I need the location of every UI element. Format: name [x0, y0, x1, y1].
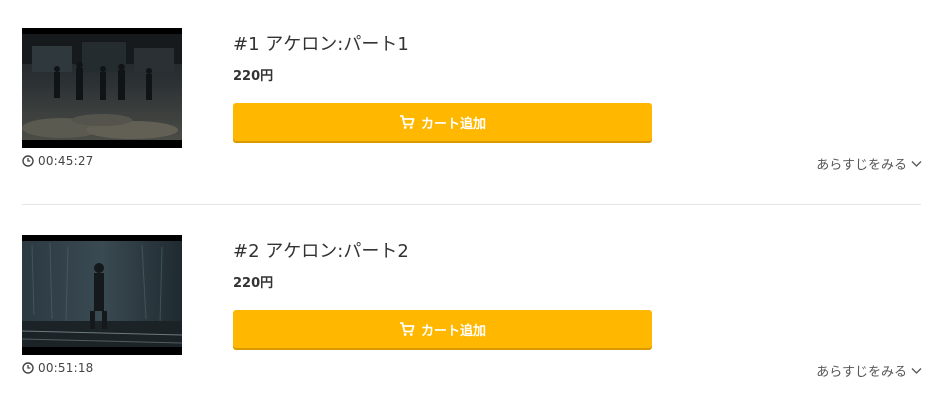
chevron-down-icon	[911, 367, 922, 374]
clock-icon	[22, 155, 34, 167]
synopsis-toggle[interactable]: あらすじをみる	[816, 154, 922, 173]
episode-thumbnail[interactable]	[22, 235, 182, 355]
duration: 00:51:18	[22, 361, 94, 375]
episode-price: 220円	[233, 69, 274, 84]
episode-thumbnail[interactable]	[22, 28, 182, 148]
episode-price: 220円	[233, 276, 274, 291]
episode-item: 00:45:27 #1 アケロン:パート1 220円 カート追加 あらすじをみる	[0, 0, 949, 190]
add-to-cart-label: カート追加	[420, 323, 486, 339]
synopsis-toggle[interactable]: あらすじをみる	[816, 361, 922, 380]
add-to-cart-button[interactable]: カート追加	[233, 103, 652, 141]
duration: 00:45:27	[22, 154, 94, 168]
synopsis-label: あらすじをみる	[816, 365, 907, 380]
cart-icon	[399, 322, 415, 336]
chevron-down-icon	[911, 160, 922, 167]
episode-title: #2 アケロン:パート2	[233, 241, 409, 262]
duration-text: 00:45:27	[38, 154, 94, 168]
divider	[22, 204, 921, 205]
add-to-cart-button[interactable]: カート追加	[233, 310, 652, 348]
duration-text: 00:51:18	[38, 361, 94, 375]
synopsis-label: あらすじをみる	[816, 158, 907, 173]
episode-item: 00:51:18 #2 アケロン:パート2 220円 カート追加 あらすじをみる	[0, 207, 949, 397]
add-to-cart-label: カート追加	[420, 116, 486, 132]
clock-icon	[22, 362, 34, 374]
cart-icon	[399, 115, 415, 129]
episode-title: #1 アケロン:パート1	[233, 34, 409, 55]
